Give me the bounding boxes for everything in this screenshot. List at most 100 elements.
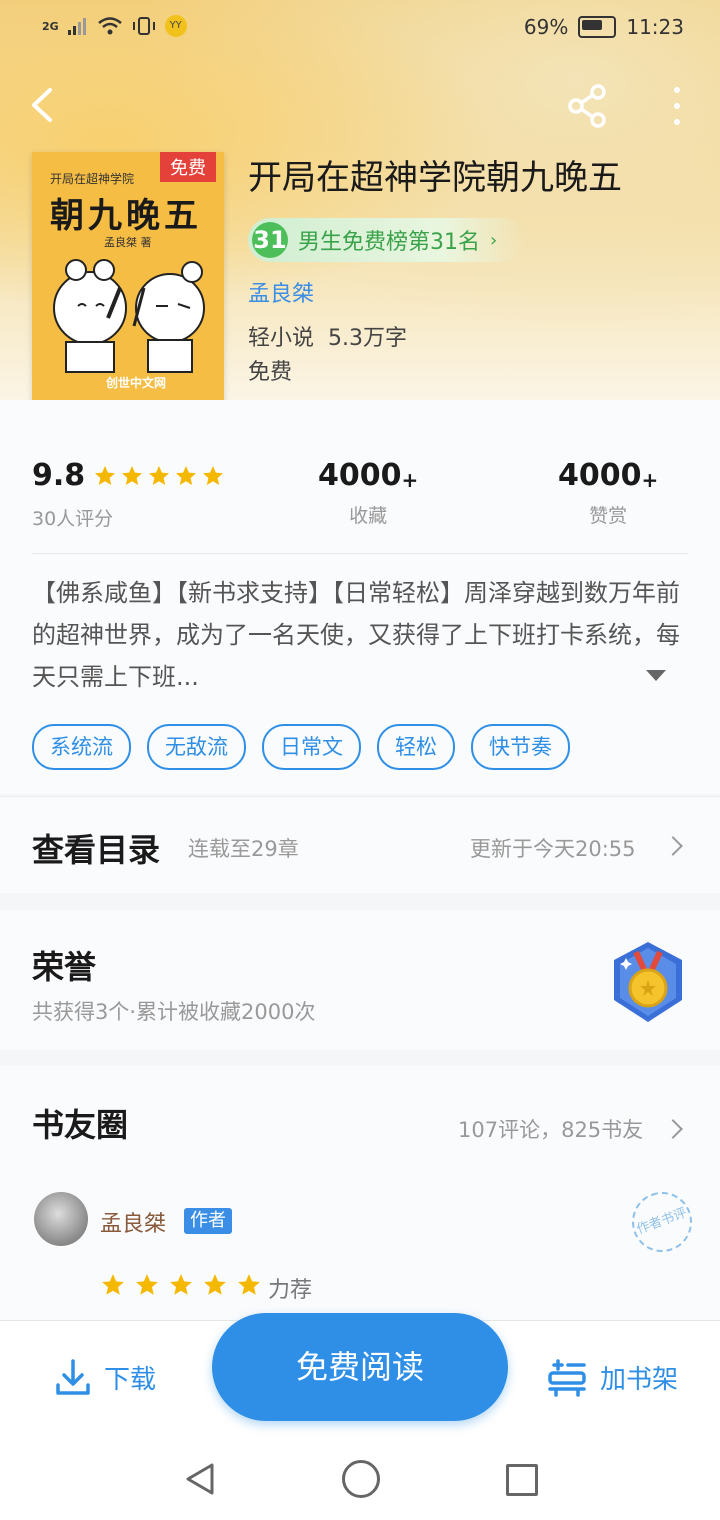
favorites-value: 4000+ [318, 458, 418, 493]
star-icon [168, 1272, 194, 1302]
vibrate-icon [132, 17, 155, 35]
book-title: 开局在超神学院朝九晚五 [248, 158, 622, 198]
honors-summary: 共获得3个·累计被收藏2000次 [32, 1000, 316, 1024]
nav-home-icon[interactable] [342, 1460, 380, 1498]
more-options-button[interactable] [660, 82, 694, 130]
rewards-count: 4000 [558, 458, 642, 493]
app-notification-icon: YY [164, 15, 187, 37]
bookshelf-add-icon [548, 1359, 586, 1397]
tag[interactable]: 快节奏 [471, 724, 570, 770]
book-cover[interactable]: 免费 开局在超神学院 朝九晚五 孟良桀 著 创世中文网 [32, 152, 224, 407]
battery-icon [578, 16, 617, 38]
download-button[interactable]: 下载 [54, 1357, 156, 1397]
star-icon [93, 461, 117, 496]
catalog-updated: 更新于今天20:55 [470, 837, 636, 861]
favorites-plus: + [401, 468, 419, 492]
share-button[interactable] [562, 80, 614, 132]
back-button[interactable] [20, 80, 70, 130]
rating-score: 9.8 [32, 458, 86, 493]
cover-publisher-logo: 创世中文网 [106, 376, 167, 390]
free-read-button[interactable]: 免费阅读 [212, 1313, 508, 1421]
favorites-stat: 4000+ 收藏 [318, 458, 418, 528]
favorites-count: 4000 [318, 458, 402, 493]
back-arrow-icon [32, 88, 52, 122]
tag[interactable]: 日常文 [262, 724, 361, 770]
comment-rating-label: 力荐 [268, 1278, 313, 1303]
book-description[interactable]: 【佛系咸鱼】【新书求支持】【日常轻松】周泽穿越到数万年前的超神世界，成为了一名天… [32, 572, 692, 698]
star-icon [147, 461, 171, 496]
wifi-icon [97, 17, 122, 35]
tag[interactable]: 轻松 [377, 724, 455, 770]
nav-back-icon[interactable] [184, 1462, 216, 1496]
cover-free-badge: 免费 [160, 152, 216, 182]
more-dot-icon [674, 119, 680, 125]
tag[interactable]: 系统流 [32, 724, 131, 770]
catalog-row[interactable]: 查看目录 连载至29章 更新于今天20:55 [0, 796, 720, 893]
rewards-plus: + [641, 468, 659, 492]
author-link[interactable]: 孟良桀 [248, 276, 314, 308]
add-to-shelf-button[interactable]: 加书架 [546, 1357, 678, 1397]
tag-list: 系统流 无敌流 日常文 轻松 快节奏 [32, 724, 570, 770]
author-badge: 作者 [184, 1208, 232, 1234]
community-summary[interactable]: 107评论，825书友 [458, 1114, 643, 1144]
signal-icon [67, 18, 86, 35]
book-meta: 轻小说 5.3万字 [248, 320, 407, 352]
download-icon [56, 1359, 90, 1395]
honors-title: 荣誉 [32, 948, 97, 986]
avatar[interactable] [34, 1192, 88, 1246]
star-icon [202, 1272, 228, 1302]
catalog-title: 查看目录 [32, 831, 161, 869]
star-icon [100, 1272, 126, 1302]
medal-icon [614, 942, 682, 1022]
word-count: 5.3万字 [328, 326, 408, 351]
system-navigation-bar [0, 1438, 720, 1520]
rewards-value: 4000+ [558, 458, 658, 493]
battery-percent: 69% [523, 15, 569, 39]
cover-illustration [53, 259, 205, 373]
status-bar: 2G YY 69% 11:23 [0, 10, 720, 46]
catalog-progress: 连载至29章 [188, 837, 299, 861]
star-icon [174, 461, 198, 496]
divider [32, 553, 688, 554]
comment-username[interactable]: 孟良桀 [100, 1206, 166, 1238]
clock: 11:23 [626, 15, 684, 39]
favorites-label: 收藏 [349, 505, 388, 527]
top-bar [0, 70, 720, 140]
rank-text: 男生免费榜第31名 [298, 230, 480, 255]
community-title: 书友圈 [32, 1106, 129, 1144]
star-icon [201, 461, 225, 496]
cover-subtitle: 开局在超神学院 [50, 172, 135, 186]
community-section: 书友圈 107评论，825书友 孟良桀 作者 作者书评 力荐 [0, 1066, 720, 1326]
star-icon [134, 1272, 160, 1302]
book-info-card: 9.8 30人评分 4000+ 收藏 4000+ 赞赏 【佛系咸鱼】【新书求支持… [0, 400, 720, 794]
rewards-label: 赞赏 [589, 505, 628, 527]
share-icon [568, 84, 606, 128]
bottom-action-bar: 下载 免费阅读 加书架 [0, 1313, 720, 1439]
add-to-shelf-label: 加书架 [600, 1364, 679, 1395]
star-icon [120, 461, 144, 496]
chevron-right-icon: › [490, 229, 498, 251]
book-category: 轻小说 [248, 326, 315, 351]
rank-number: 31 [252, 222, 288, 258]
rating-stars [93, 461, 225, 496]
rating-stat[interactable]: 9.8 30人评分 [32, 458, 225, 531]
download-label: 下载 [104, 1364, 157, 1395]
cover-title: 朝九晚五 [50, 196, 202, 236]
more-dot-icon [674, 87, 680, 93]
rewards-stat[interactable]: 4000+ 赞赏 [558, 458, 658, 528]
star-icon [236, 1272, 262, 1302]
comment-stars [100, 1272, 262, 1302]
book-price: 免费 [248, 360, 293, 385]
tag[interactable]: 无敌流 [147, 724, 246, 770]
chevron-right-icon [663, 1119, 683, 1139]
author-review-stamp: 作者书评 [623, 1183, 701, 1261]
network-type: 2G [42, 19, 59, 33]
nav-recents-icon[interactable] [506, 1464, 538, 1496]
rating-count: 30人评分 [32, 508, 114, 530]
more-dot-icon [674, 103, 680, 109]
honors-section[interactable]: 荣誉 共获得3个·累计被收藏2000次 [0, 910, 720, 1050]
rating-row: 9.8 [32, 458, 225, 496]
expand-description-icon[interactable] [646, 670, 666, 681]
ranking-pill[interactable]: 31 男生免费榜第31名 › [248, 218, 526, 262]
chevron-right-icon [663, 836, 683, 856]
